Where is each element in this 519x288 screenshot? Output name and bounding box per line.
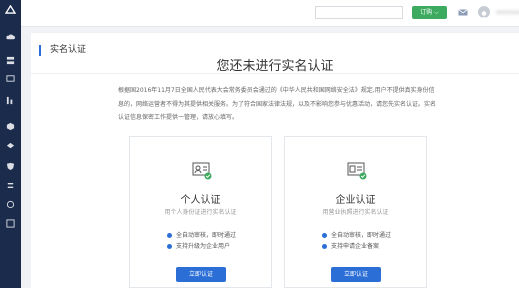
chart-icon[interactable]: [6, 96, 15, 105]
cloud-icon[interactable]: [6, 33, 15, 42]
user-icon: [481, 11, 487, 18]
top-bar: 订购 ⌵ xxxxxxxxxxxx: [21, 0, 519, 27]
personal-card-description: 用个人身份证进行实名认证: [164, 209, 237, 216]
avatar[interactable]: [478, 6, 490, 18]
personal-card-title: 个人认证: [180, 195, 221, 206]
main-panel: 实名认证 您还未进行实名认证 根据国2016年11月7日全国人民代表大会常务委员…: [31, 33, 519, 288]
sidebar: [0, 0, 21, 288]
enterprise-verification-card: 企业认证 用营业执照进行实名认证 全自动审核，即时通过 支持申请企业备案 立即认…: [284, 136, 427, 288]
list-icon[interactable]: [6, 219, 15, 228]
swap-icon[interactable]: [6, 181, 15, 190]
enterprise-card-title: 企业认证: [335, 195, 376, 206]
personal-feature-item: 全自动审核，即时通过: [167, 232, 236, 240]
refresh-icon[interactable]: [6, 200, 15, 209]
user-name[interactable]: xxxxxxxxxxxx: [496, 9, 519, 16]
verification-heading: 您还未进行实名认证: [216, 59, 334, 74]
logo-icon[interactable]: [5, 5, 16, 14]
shield-icon[interactable]: [6, 162, 15, 171]
server-icon[interactable]: [6, 56, 15, 65]
mail-icon[interactable]: [458, 9, 468, 16]
enterprise-feature-item: 全自动审核，即时通过: [322, 232, 391, 240]
personal-verification-card: 个人认证 用个人身份证进行实名认证 全自动审核，即时通过 支持升级为企业用户 立…: [129, 136, 272, 288]
enterprise-card-description: 用营业执照进行实名认证: [322, 209, 389, 216]
cube-icon[interactable]: [6, 122, 15, 131]
legal-notice: 根据国2016年11月7日全国人民代表大会常务委员会通过的《中华人民共和国网络安…: [118, 87, 437, 121]
bullet-dot: [167, 243, 172, 249]
verify-enterprise-button[interactable]: 立即认证: [331, 267, 381, 282]
bullet-dot: [322, 232, 327, 238]
verify-personal-button[interactable]: 立即认证: [176, 267, 226, 282]
bullet-dot: [167, 232, 172, 238]
layers-icon[interactable]: [6, 142, 15, 151]
network-icon[interactable]: [6, 74, 15, 83]
enterprise-feature-item: 支持申请企业备案: [322, 243, 379, 251]
bullet-dot: [322, 243, 327, 249]
id-card-icon: [192, 162, 212, 180]
search-input[interactable]: [315, 6, 403, 19]
order-button[interactable]: 订购 ⌵: [412, 6, 447, 19]
business-license-icon: [347, 162, 367, 180]
personal-feature-item: 支持升级为企业用户: [167, 243, 230, 251]
